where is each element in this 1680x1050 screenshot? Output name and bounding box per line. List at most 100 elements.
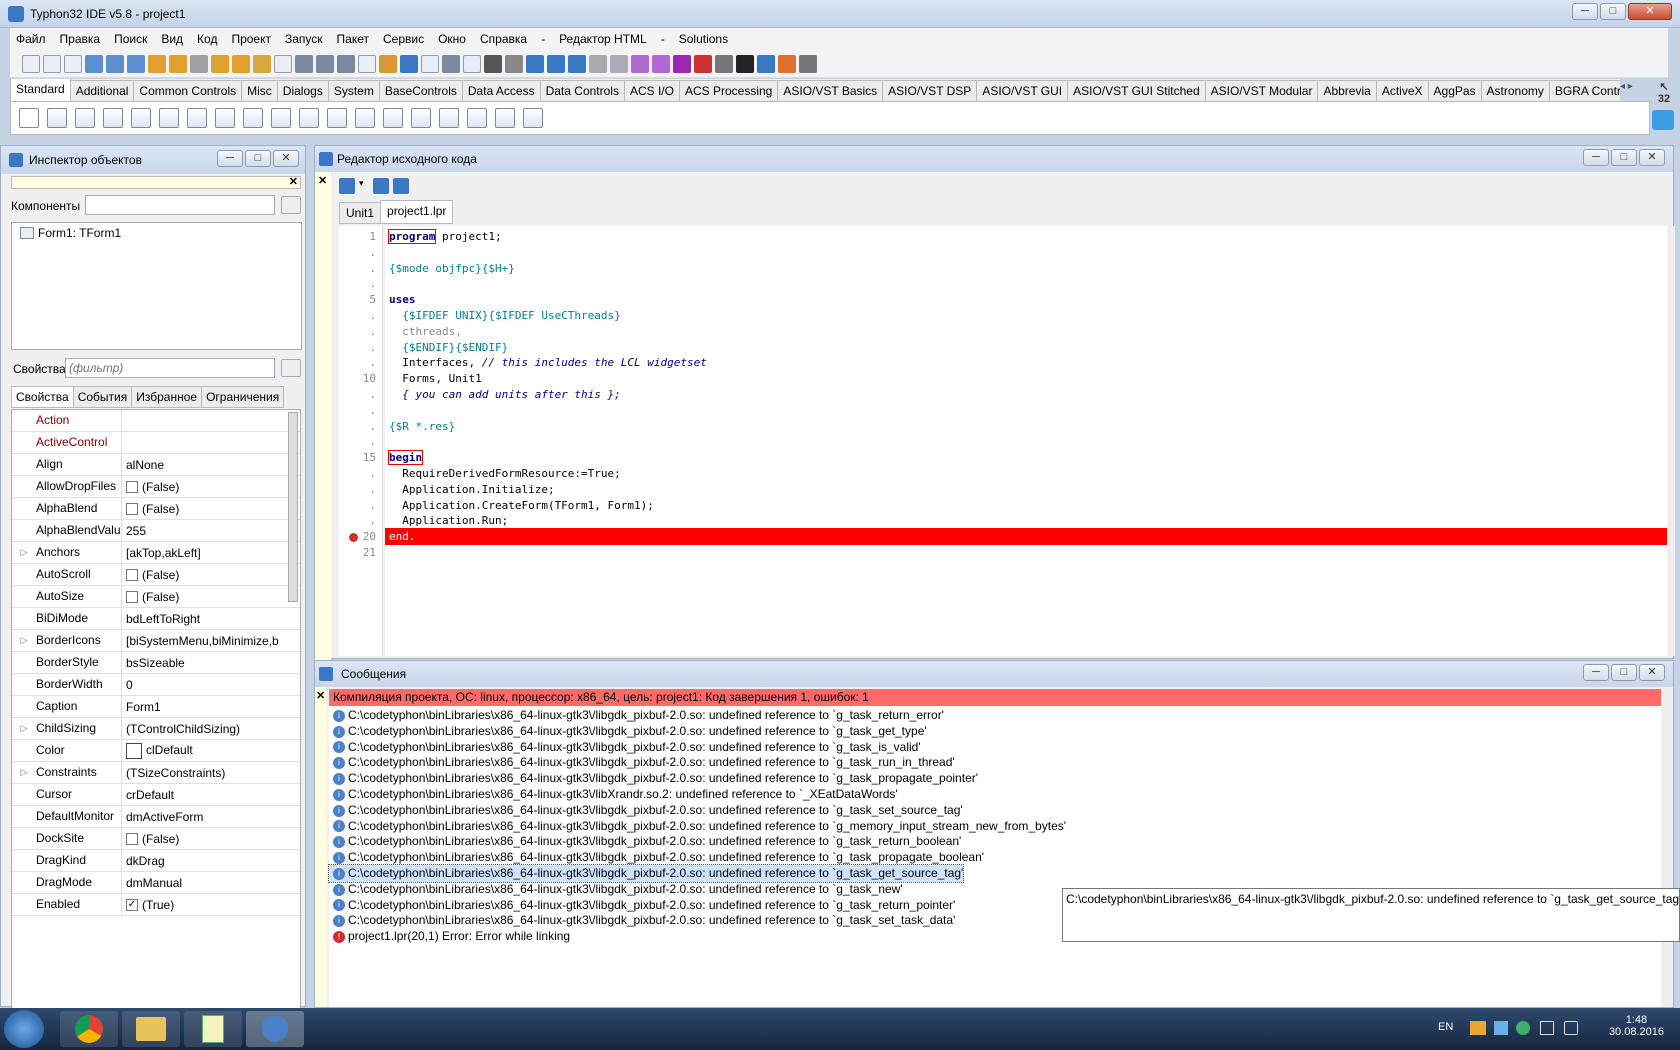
palette-tab[interactable]: System xyxy=(327,80,380,101)
ttogglebox-icon[interactable] xyxy=(215,108,235,128)
tab-properties[interactable]: Свойства xyxy=(11,386,74,408)
property-value[interactable]: crDefault xyxy=(122,788,300,802)
property-row[interactable]: DefaultMonitor dmActiveForm xyxy=(12,806,300,828)
find-in-files-icon[interactable] xyxy=(127,54,145,73)
taskbar-explorer-icon[interactable] xyxy=(122,1011,180,1047)
message-item[interactable]: i C:\codetyphon\binLibraries\x86_64-linux… xyxy=(329,707,944,724)
palette-tab[interactable]: ASIO/VST DSP xyxy=(882,80,978,101)
property-value[interactable]: clDefault xyxy=(122,742,300,759)
message-item[interactable]: i C:\codetyphon\binLibraries\x86_64-linux… xyxy=(329,818,1066,835)
palette-tab[interactable]: ASIO/VST Basics xyxy=(777,80,884,101)
maximize-icon[interactable]: □ xyxy=(1611,664,1637,681)
property-row[interactable]: ActiveControl xyxy=(12,432,300,454)
property-row[interactable]: BorderWidth 0 xyxy=(12,674,300,696)
taskbar-chrome-icon[interactable] xyxy=(60,1011,118,1047)
toggle-form-icon[interactable] xyxy=(442,54,460,73)
color-swatch[interactable] xyxy=(126,742,142,759)
menu-html-editor[interactable]: Редактор HTML xyxy=(559,32,647,46)
property-value[interactable]: dmActiveForm xyxy=(122,810,300,824)
run-without-debug-icon[interactable] xyxy=(694,54,712,73)
wand-icon[interactable] xyxy=(568,54,586,73)
property-value[interactable]: bsSizeable xyxy=(122,656,300,670)
property-value[interactable]: 255 xyxy=(122,524,300,538)
menu-view[interactable]: Вид xyxy=(161,32,183,46)
checkbox-icon[interactable] xyxy=(126,591,138,604)
new-form-icon[interactable] xyxy=(64,54,82,73)
package-list-icon[interactable] xyxy=(253,54,271,73)
property-value[interactable]: [akTop,akLeft] xyxy=(122,546,300,560)
close-icon[interactable]: ✕ xyxy=(289,175,298,188)
tgroupbox-icon[interactable] xyxy=(383,108,403,128)
message-item[interactable]: i C:\codetyphon\binLibraries\x86_64-linux… xyxy=(327,864,965,883)
messages-scrollbar[interactable] xyxy=(1661,689,1673,1007)
tlabel-icon[interactable] xyxy=(131,108,151,128)
checkbox-icon[interactable] xyxy=(126,833,138,846)
palette-tab[interactable]: ASIO/VST GUI Stitched xyxy=(1067,80,1206,101)
maximize-icon[interactable]: □ xyxy=(1611,149,1637,166)
maximize-icon[interactable]: □ xyxy=(1600,3,1626,20)
property-value[interactable]: dkDrag xyxy=(122,854,300,868)
property-value[interactable]: [biSystemMenu,biMinimize,b xyxy=(122,634,300,648)
property-row[interactable]: AlphaBlendValu 255 xyxy=(12,520,300,542)
code-line[interactable]: RequireDerivedFormResource:=True; xyxy=(389,465,621,482)
maximize-icon[interactable]: □ xyxy=(245,150,271,167)
palette-tab[interactable]: Data Access xyxy=(461,80,541,101)
message-item[interactable]: i C:\codetyphon\binLibraries\x86_64-linux… xyxy=(329,849,984,866)
binoculars-icon[interactable] xyxy=(484,54,502,73)
expand-arrow-icon[interactable]: ▷ xyxy=(12,723,36,734)
expand-arrow-icon[interactable]: ▷ xyxy=(12,635,36,646)
code-line[interactable]: {$mode objfpc}{$H+} xyxy=(389,260,515,277)
filter-clear-icon[interactable] xyxy=(281,359,301,377)
tray-folder-icon[interactable] xyxy=(1470,1021,1486,1035)
property-row[interactable]: BorderStyle bsSizeable xyxy=(12,652,300,674)
step-over-icon[interactable] xyxy=(778,54,796,73)
step-into-icon[interactable] xyxy=(757,54,775,73)
project-options-icon[interactable] xyxy=(358,54,376,73)
palette-tab[interactable]: ActiveX xyxy=(1375,80,1429,101)
property-row[interactable]: Cursor crDefault xyxy=(12,784,300,806)
scissors-icon[interactable] xyxy=(589,54,607,73)
property-value[interactable]: (False) xyxy=(122,832,300,846)
tlistbox-icon[interactable] xyxy=(299,108,319,128)
code-line[interactable]: Forms, Unit1 xyxy=(389,370,481,387)
message-item[interactable]: i C:\codetyphon\binLibraries\x86_64-linux… xyxy=(329,881,903,898)
tcheckgroup-icon[interactable] xyxy=(439,108,459,128)
tedit-icon[interactable] xyxy=(159,108,179,128)
code-line[interactable]: {$ENDIF}{$ENDIF} xyxy=(389,339,508,356)
build-modes-icon[interactable] xyxy=(547,54,565,73)
code-line[interactable]: Interfaces, // this includes the LCL wid… xyxy=(389,354,707,371)
property-row[interactable]: AutoSize (False) xyxy=(12,586,300,608)
property-value[interactable]: (False) xyxy=(122,502,300,516)
property-row[interactable]: DragMode dmManual xyxy=(12,872,300,894)
tray-network-icon[interactable] xyxy=(1494,1021,1508,1035)
open-file-icon[interactable] xyxy=(274,54,292,73)
checkbox-icon[interactable] xyxy=(126,503,138,516)
message-item[interactable]: i C:\codetyphon\binLibraries\x86_64-linux… xyxy=(329,786,898,803)
tradiobutton-icon[interactable] xyxy=(271,108,291,128)
checkbox-icon[interactable] xyxy=(126,569,138,582)
property-row[interactable]: AlphaBlend (False) xyxy=(12,498,300,520)
menu-code[interactable]: Код xyxy=(197,32,217,46)
replace-icon[interactable] xyxy=(106,54,124,73)
new-file-icon[interactable] xyxy=(22,54,40,73)
code-area[interactable]: program project1; {$mode objfpc}{$H+} uses… xyxy=(385,226,1667,656)
new-unit-icon[interactable] xyxy=(43,54,61,73)
tray-update-icon[interactable] xyxy=(1516,1021,1530,1035)
palette-tab[interactable]: Misc xyxy=(241,80,278,101)
palette-tab[interactable]: BGRA Control xyxy=(1548,80,1620,101)
message-item[interactable]: i C:\codetyphon\binLibraries\x86_64-linux… xyxy=(329,739,921,756)
code-line[interactable]: uses xyxy=(389,291,416,308)
property-value[interactable]: ✓ (True) xyxy=(122,898,300,912)
tframe-icon[interactable] xyxy=(495,108,515,128)
property-row[interactable]: AllowDropFiles (False) xyxy=(12,476,300,498)
property-value[interactable]: (TControlChildSizing) xyxy=(122,722,300,736)
tpopupmenu-icon[interactable] xyxy=(75,108,95,128)
settings-icon[interactable] xyxy=(631,54,649,73)
run-icon[interactable] xyxy=(673,54,691,73)
tab-project1-lpr[interactable]: project1.lpr xyxy=(380,200,454,224)
property-row[interactable]: BiDiMode bdLeftToRight xyxy=(12,608,300,630)
minimize-icon[interactable]: ─ xyxy=(217,150,243,167)
palette-tab[interactable]: Common Controls xyxy=(133,80,243,101)
debug-icon[interactable] xyxy=(652,54,670,73)
menu-solutions[interactable]: Solutions xyxy=(679,32,728,46)
